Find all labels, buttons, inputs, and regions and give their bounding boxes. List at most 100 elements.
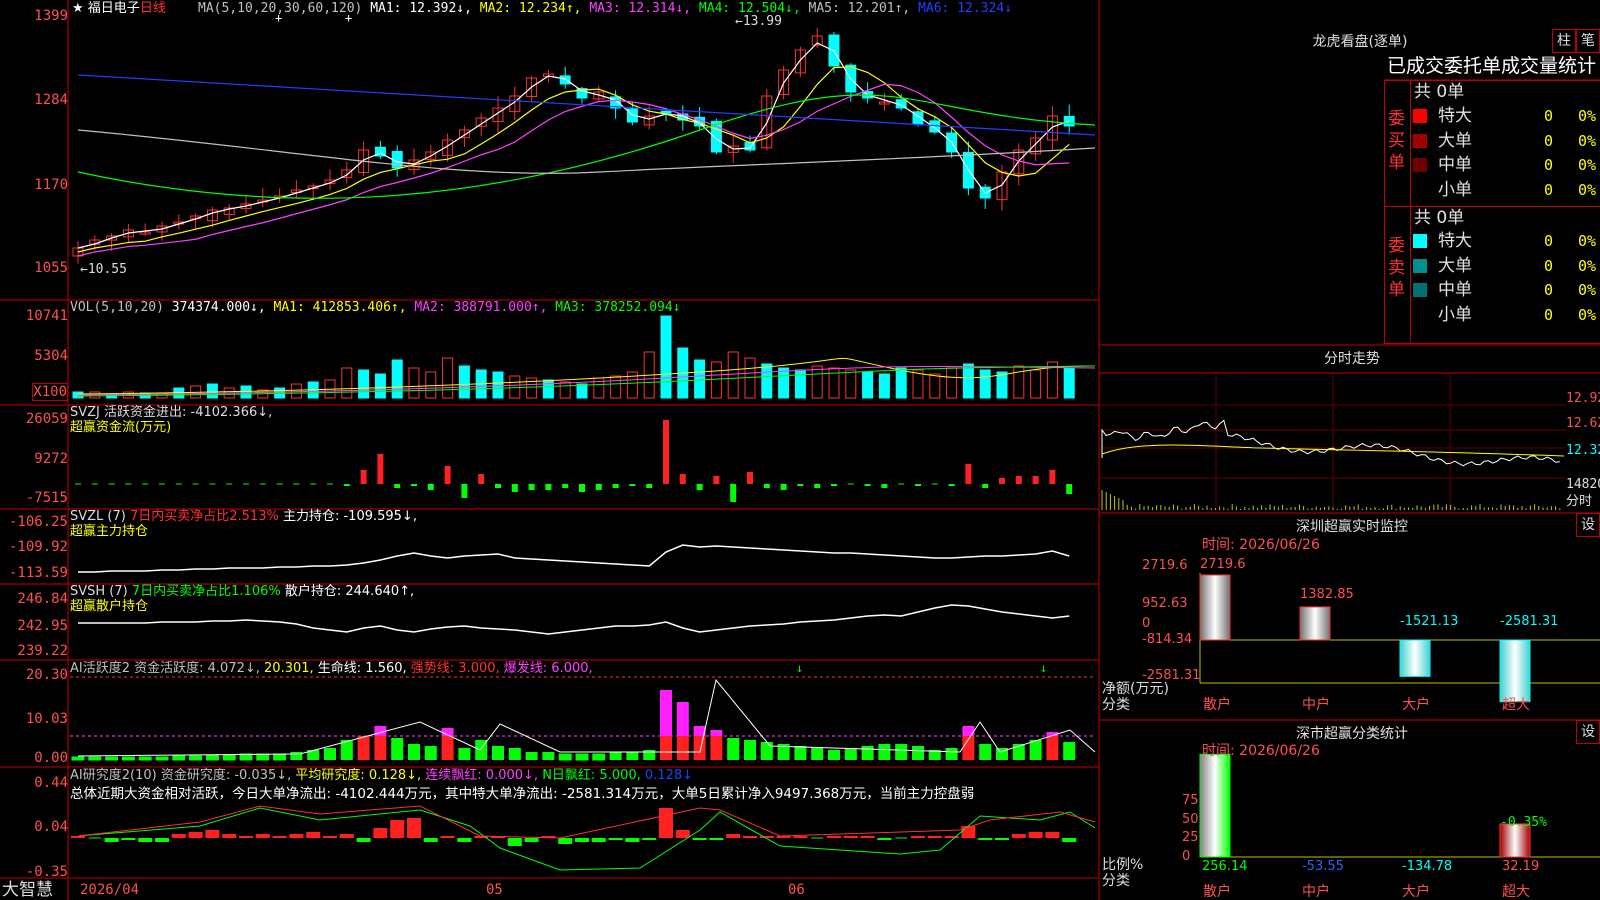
activity-bar bbox=[71, 756, 85, 761]
activity-bar bbox=[441, 736, 454, 760]
activity-bar bbox=[273, 753, 287, 761]
sz-class-category: 大户 bbox=[1402, 884, 1430, 900]
fund-flow-bar bbox=[478, 474, 485, 484]
activity-bar bbox=[458, 748, 471, 760]
sz-monitor-settings-button[interactable]: 设 bbox=[1576, 513, 1600, 537]
fund-flow-bar bbox=[730, 484, 737, 502]
order-pct: 0% bbox=[1578, 281, 1597, 299]
research-bar bbox=[306, 832, 321, 838]
vol-legend-item: 374374.000↓, bbox=[171, 300, 274, 315]
bar-view-button[interactable]: 柱 bbox=[1552, 29, 1576, 53]
price-high-label: ←13.99 bbox=[735, 14, 782, 29]
fund-flow-bar bbox=[780, 484, 787, 490]
research-bar bbox=[339, 834, 354, 838]
price-axis-label: 1284 bbox=[34, 92, 68, 108]
stock-name: 福日电子 bbox=[87, 1, 140, 16]
activity-bar bbox=[172, 755, 186, 761]
fund-flow-bar bbox=[713, 476, 720, 484]
research-bar bbox=[104, 838, 119, 842]
fenshi-title: 分时走势 bbox=[1324, 351, 1380, 367]
research-bar bbox=[255, 834, 270, 838]
lhb-divider bbox=[1410, 80, 1411, 342]
ma-legend-item: MA(5,10,20,30,60,120) bbox=[198, 1, 371, 16]
vol-legend-item: MA1: 412853.406↑, bbox=[273, 300, 415, 315]
activity-bar bbox=[391, 738, 404, 760]
fund-flow-bar bbox=[495, 484, 501, 488]
research-bar bbox=[961, 826, 976, 838]
star-icon[interactable]: ★ bbox=[72, 1, 84, 16]
main-hold-line bbox=[78, 544, 1070, 573]
activity-marker: ↓ bbox=[796, 661, 803, 675]
ma-legend-item: MA2: 12.234↑, bbox=[479, 1, 590, 16]
volume-bar bbox=[341, 367, 353, 399]
period-label[interactable]: 日线 bbox=[140, 1, 166, 16]
volume-bar bbox=[845, 369, 857, 399]
ai1-legend-item: 20.301, bbox=[264, 661, 318, 676]
sell-total: 共 0单 bbox=[1414, 208, 1465, 228]
activity-bar bbox=[828, 750, 840, 760]
activity-bar bbox=[558, 753, 572, 761]
research-bar bbox=[877, 838, 892, 840]
research-bar bbox=[575, 838, 589, 842]
sz-class-settings-button[interactable]: 设 bbox=[1576, 720, 1600, 744]
price-low-label: ←10.55 bbox=[80, 262, 127, 277]
activity-bar bbox=[878, 744, 891, 760]
lhb-title: 龙虎看盘(逐单) bbox=[1312, 34, 1408, 50]
research-bar bbox=[726, 834, 741, 838]
ai1-axis-label: 0.00 bbox=[34, 750, 68, 766]
color-swatch bbox=[1413, 307, 1427, 322]
vol-axis-label: 10741 bbox=[25, 308, 68, 324]
research-bar bbox=[743, 836, 757, 838]
sz-monitor-category: 超大 bbox=[1502, 697, 1530, 713]
fund-flow-bar bbox=[411, 484, 417, 486]
research-bar bbox=[138, 838, 153, 842]
research-bar bbox=[457, 838, 472, 842]
ma-legend-item: MA3: 12.314↓, bbox=[589, 1, 699, 16]
activity-marker: ↓ bbox=[1040, 661, 1047, 675]
monitor-bar bbox=[1299, 606, 1331, 641]
tick-view-button[interactable]: 笔 bbox=[1576, 29, 1600, 53]
volume-bar bbox=[492, 371, 504, 399]
research-bar bbox=[558, 838, 573, 844]
monitor-bar bbox=[1199, 574, 1231, 641]
activity-bar bbox=[408, 744, 420, 760]
buy-total: 共 0单 bbox=[1414, 82, 1465, 102]
order-pct: 0% bbox=[1578, 156, 1597, 174]
fund-flow-bar bbox=[394, 484, 401, 488]
sz-monitor-axis-label: -814.34 bbox=[1142, 632, 1193, 647]
order-count: 0 bbox=[1544, 156, 1554, 174]
vol-legend-item: MA2: 388791.000↑, bbox=[414, 300, 556, 315]
activity-bar bbox=[492, 746, 504, 760]
research-bar bbox=[155, 838, 169, 842]
candle-body bbox=[559, 75, 571, 85]
sz-class-xlabel: 分类 bbox=[1102, 873, 1130, 889]
volume-bar bbox=[778, 367, 790, 399]
svsh-axis-label: 239.22 bbox=[17, 643, 68, 659]
fenshi-axis-label: 12.92 bbox=[1566, 391, 1600, 406]
volume-bar bbox=[610, 375, 622, 399]
activity-bar bbox=[660, 736, 672, 760]
sz-monitor-value-label: 2719.6 bbox=[1200, 557, 1246, 572]
volume-legend: VOL(5,10,20) 374374.000↓, MA1: 412853.40… bbox=[70, 300, 681, 315]
activity-bar bbox=[205, 754, 219, 761]
activity-bar bbox=[609, 752, 622, 760]
vol-unit-button[interactable]: X100 bbox=[32, 383, 68, 401]
volume-bar bbox=[458, 365, 470, 399]
ai-research-legend: AI研究度2(10) 资金研究度: -0.035↓, 平均研究度: 0.128↓… bbox=[70, 768, 693, 783]
volume-bar bbox=[1030, 369, 1042, 399]
lhb-tabs[interactable]: 已成交委托单成交量统计 bbox=[1387, 54, 1596, 78]
volume-bar bbox=[962, 363, 974, 399]
price-axis-label: 1170 bbox=[34, 177, 68, 193]
volume-bar bbox=[694, 359, 706, 399]
volume-bar bbox=[979, 369, 991, 399]
fund-flow-bar bbox=[377, 454, 384, 484]
research-bar bbox=[591, 838, 606, 842]
svsh-axis-label: 246.84 bbox=[17, 591, 68, 607]
sz-monitor-category: 散户 bbox=[1203, 697, 1231, 713]
stock-header: ★ 福日电子日线 bbox=[72, 1, 166, 16]
research-bar bbox=[423, 838, 438, 842]
activity-bar bbox=[861, 746, 874, 760]
activity-bar bbox=[710, 730, 723, 736]
order-pct: 0% bbox=[1578, 180, 1597, 199]
ma4-line bbox=[77, 94, 1096, 199]
